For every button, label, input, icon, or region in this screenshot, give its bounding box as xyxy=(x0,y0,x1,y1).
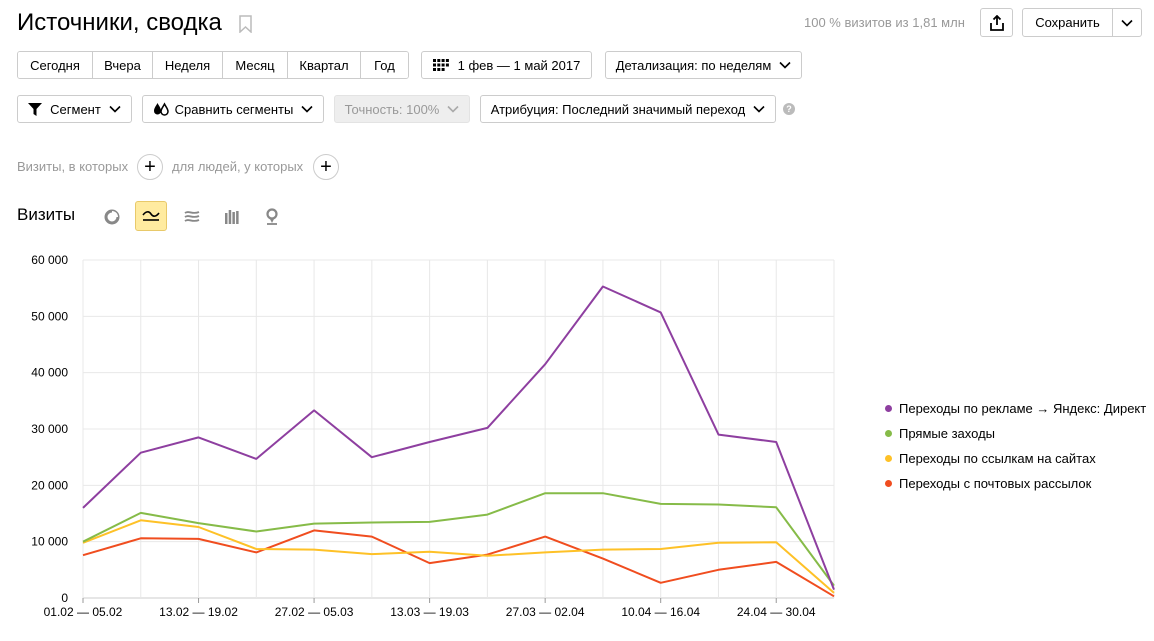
x-tick-label: 27.02 — 05.03 xyxy=(275,605,354,619)
chevron-down-icon xyxy=(779,61,791,69)
series-line[interactable] xyxy=(82,529,835,598)
period-selector: Сегодня Вчера Неделя Месяц Квартал Год xyxy=(17,51,409,79)
detail-dropdown[interactable]: Детализация: по неделям xyxy=(605,51,802,79)
area-chart-icon xyxy=(184,211,200,222)
visits-filter-label: Визиты, в которых xyxy=(17,159,129,174)
share-button[interactable] xyxy=(980,8,1013,37)
line-chart-icon xyxy=(142,211,160,221)
y-tick-label: 30 000 xyxy=(31,422,68,436)
section-title: Визиты xyxy=(17,205,76,224)
compare-segments-dropdown[interactable]: Сравнить сегменты xyxy=(142,95,324,123)
legend-label: Переходы с почтовых рассылок xyxy=(899,476,1092,491)
x-tick-label: 01.02 — 05.02 xyxy=(44,605,123,619)
period-quarter-button[interactable]: Квартал xyxy=(288,52,361,78)
legend-color-dot xyxy=(885,405,892,412)
legend-color-dot xyxy=(885,480,892,487)
legend-item[interactable]: Переходы по ссылкам на сайтах xyxy=(885,446,1146,471)
bookmark-icon[interactable] xyxy=(239,15,252,33)
period-week-button[interactable]: Неделя xyxy=(153,52,223,78)
x-tick-label: 27.03 — 02.04 xyxy=(506,605,585,619)
y-tick-label: 40 000 xyxy=(31,366,68,380)
chevron-down-icon xyxy=(1121,19,1133,27)
calendar-icon xyxy=(432,59,449,71)
chevron-down-icon xyxy=(447,105,459,113)
period-month-button[interactable]: Месяц xyxy=(223,52,288,78)
add-visits-filter-button[interactable]: + xyxy=(137,154,163,180)
page-title: Источники, сводка xyxy=(17,9,222,36)
y-tick-label: 10 000 xyxy=(31,535,68,549)
series-line[interactable] xyxy=(82,519,835,594)
legend-item[interactable]: Переходы с почтовых рассылок xyxy=(885,471,1146,496)
chart-type-map-button[interactable] xyxy=(256,202,288,232)
date-range-label: 1 фев — 1 май 2017 xyxy=(457,57,581,73)
segment-dropdown[interactable]: Сегмент xyxy=(17,95,132,123)
y-tick-label: 50 000 xyxy=(31,309,68,323)
period-year-button[interactable]: Год xyxy=(361,52,408,78)
legend-label: Переходы по рекламе → Яндекс: Директ xyxy=(899,401,1147,416)
accuracy-dropdown[interactable]: Точность: 100% xyxy=(334,95,470,123)
y-tick-label: 20 000 xyxy=(31,478,68,492)
chart-legend: Переходы по рекламе → Яндекс: Директ Прям… xyxy=(885,396,1146,496)
legend-item[interactable]: Прямые заходы xyxy=(885,421,1146,446)
x-tick-label: 10.04 — 16.04 xyxy=(621,605,700,619)
share-icon xyxy=(989,14,1004,31)
date-range-button[interactable]: 1 фев — 1 май 2017 xyxy=(421,51,592,79)
help-icon[interactable]: ? xyxy=(783,103,795,115)
legend-color-dot xyxy=(885,430,892,437)
legend-label: Переходы по ссылкам на сайтах xyxy=(899,451,1096,466)
add-people-filter-button[interactable]: + xyxy=(313,154,339,180)
chart-type-pie-button[interactable] xyxy=(96,202,128,232)
compare-label: Сравнить сегменты xyxy=(174,101,294,117)
filter-icon xyxy=(28,102,43,116)
segment-label: Сегмент xyxy=(50,101,101,117)
period-today-button[interactable]: Сегодня xyxy=(18,52,93,78)
attribution-dropdown[interactable]: Атрибуция: Последний значимый переход xyxy=(480,95,776,123)
y-tick-label: 0 xyxy=(61,591,68,605)
chevron-down-icon xyxy=(109,105,121,113)
series-line[interactable] xyxy=(82,285,835,590)
accuracy-label: Точность: 100% xyxy=(344,101,440,117)
line-chart: 0 10 000 20 000 30 000 40 000 50 000 60 000 01.… xyxy=(31,253,835,619)
plus-icon: + xyxy=(144,156,156,178)
drops-icon xyxy=(153,102,169,116)
chart-type-bar-button[interactable] xyxy=(216,202,248,232)
x-tick-label: 24.04 — 30.04 xyxy=(737,605,816,619)
chevron-down-icon xyxy=(301,105,313,113)
pie-chart-icon xyxy=(104,209,120,225)
detail-label: Детализация: по неделям xyxy=(615,57,772,73)
save-button[interactable]: Сохранить xyxy=(1022,8,1113,37)
legend-color-dot xyxy=(885,455,892,462)
people-filter-label: для людей, у которых xyxy=(172,159,304,174)
attribution-label: Атрибуция: Последний значимый переход xyxy=(490,101,746,117)
x-tick-label: 13.02 — 19.02 xyxy=(159,605,238,619)
save-dropdown-button[interactable] xyxy=(1112,8,1142,37)
visits-summary: 100 % визитов из 1,81 млн xyxy=(804,15,965,30)
map-pin-icon xyxy=(266,208,278,225)
bar-chart-icon xyxy=(225,210,239,224)
legend-label: Прямые заходы xyxy=(899,426,996,441)
period-yesterday-button[interactable]: Вчера xyxy=(93,52,153,78)
chart-type-area-button[interactable] xyxy=(176,202,208,232)
chart-type-line-button[interactable] xyxy=(135,201,167,231)
chevron-down-icon xyxy=(753,105,765,113)
y-tick-label: 60 000 xyxy=(31,253,68,267)
x-tick-label: 13.03 — 19.03 xyxy=(390,605,469,619)
legend-item[interactable]: Переходы по рекламе → Яндекс: Директ xyxy=(885,396,1146,421)
plus-icon: + xyxy=(320,156,332,178)
